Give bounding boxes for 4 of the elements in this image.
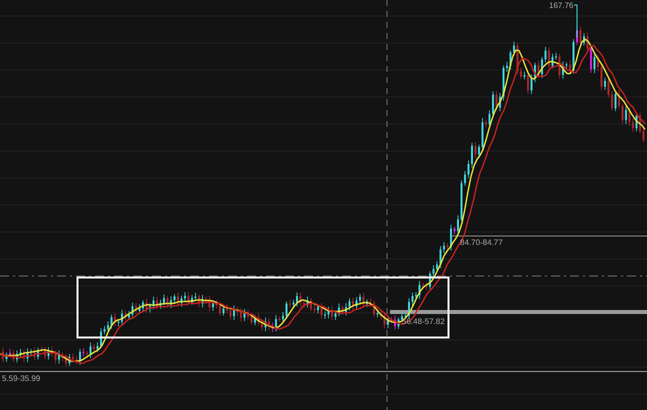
price-label: 84.70-84.77 — [460, 238, 503, 247]
leader-line — [574, 4, 578, 38]
price-label: 5.59-35.99 — [2, 374, 40, 383]
price-label: 167.76 — [549, 1, 574, 10]
